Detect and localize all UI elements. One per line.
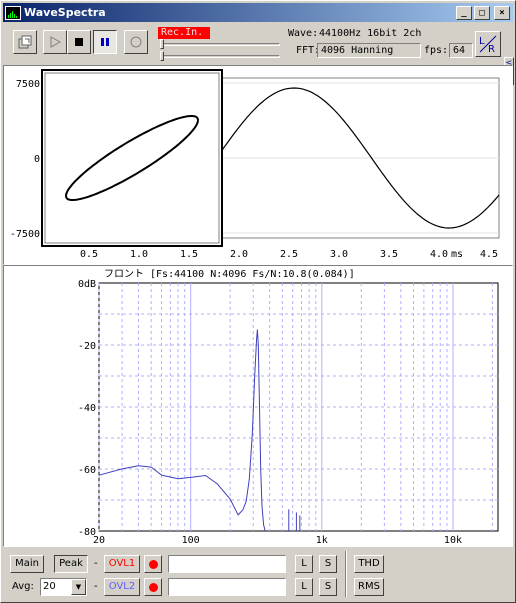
lr-channel-button[interactable]: L R — [475, 31, 501, 57]
x-tick-label: 1.5 — [180, 249, 198, 260]
main-button[interactable]: Main — [10, 555, 44, 573]
record-dot-button-1[interactable] — [144, 555, 162, 573]
lr-channel-icon: L R — [479, 35, 497, 55]
y-tick-label: -60 — [78, 465, 96, 476]
fft-setting: 4096 Hanning — [317, 43, 421, 58]
play-icon — [50, 36, 62, 48]
rms-button[interactable]: RMS — [354, 578, 384, 596]
input-level-slider[interactable] — [160, 39, 280, 49]
export-icon — [18, 35, 32, 49]
bottom-controls: Main Peak - OVL1 L S THD Avg: 20 ▼ - OVL… — [3, 547, 513, 602]
waveform-chart: 7500 0 -7500 0.5 1.0 1.5 2.0 2.5 3.0 3.5 4.0 4.5 ms — [10, 69, 500, 260]
slider-thumb[interactable] — [160, 51, 164, 61]
y-tick-label: 7500 — [16, 79, 40, 90]
y-tick-label: 0 — [34, 154, 40, 165]
spectrum-chart: フロント [Fs:44100 N:4096 Fs/N:10.8(0.084)] 0… — [78, 269, 499, 546]
stop-icon — [75, 38, 83, 46]
x-tick-label: 4.5 — [480, 249, 498, 260]
l-button-1[interactable]: L — [295, 555, 313, 573]
close-button[interactable]: × — [494, 5, 510, 20]
x-tick-label: 0.5 — [80, 249, 98, 260]
record-dot-icon — [148, 582, 158, 592]
x-tick-label: 10k — [444, 535, 462, 546]
app-icon — [5, 5, 21, 20]
y-tick-label: -20 — [78, 341, 96, 352]
x-tick-label: 100 — [182, 535, 200, 546]
record-button[interactable] — [124, 30, 148, 54]
x-unit-label: ms — [451, 249, 463, 260]
record-dot-icon — [148, 559, 158, 569]
slider-thumb[interactable] — [160, 39, 164, 49]
y-tick-label: -7500 — [10, 229, 40, 240]
export-button[interactable] — [13, 30, 37, 54]
l-button-2[interactable]: L — [295, 578, 313, 596]
output-level-slider[interactable] — [160, 51, 280, 61]
record-icon — [130, 36, 142, 48]
ovl2-button[interactable]: OVL2 — [104, 578, 140, 596]
x-tick-label: 4.0 — [430, 249, 448, 260]
separator — [345, 551, 347, 597]
stop-button[interactable] — [67, 30, 91, 54]
x-tick-label: 2.5 — [280, 249, 298, 260]
fps-label: fps: — [424, 45, 449, 56]
chevron-down-icon[interactable]: ▼ — [71, 579, 86, 595]
minimize-button[interactable]: _ — [456, 5, 472, 20]
dash-label: - — [94, 558, 98, 569]
toolbar: Rec.In. Wave: 44100Hz 16bit 2ch FFT: 409… — [3, 24, 514, 85]
title-bar[interactable]: WaveSpectra _ □ × — [3, 3, 513, 22]
ovl2-input[interactable] — [168, 578, 286, 596]
s-button-1[interactable]: S — [319, 555, 337, 573]
window-title: WaveSpectra — [24, 6, 106, 19]
rec-in-label: Rec.In. — [158, 27, 210, 39]
pause-button[interactable] — [93, 30, 117, 54]
x-tick-label: 1.0 — [130, 249, 148, 260]
avg-label: Avg: — [12, 581, 34, 592]
play-button[interactable] — [43, 30, 67, 54]
svg-text:R: R — [488, 44, 495, 55]
waveform-panel[interactable]: 7500 0 -7500 0.5 1.0 1.5 2.0 2.5 3.0 3.5 4.0 4.5 ms — [3, 65, 513, 265]
x-tick-label: 2.0 — [230, 249, 248, 260]
dash-label: - — [94, 581, 98, 592]
spectrum-panel[interactable]: フロント [Fs:44100 N:4096 Fs/N:10.8(0.084)] 0… — [3, 265, 513, 547]
svg-text:L: L — [479, 36, 485, 47]
fps-value: 64 — [449, 43, 473, 58]
record-dot-button-2[interactable] — [144, 578, 162, 596]
slider-track — [160, 43, 280, 46]
x-tick-label: 20 — [93, 535, 105, 546]
avg-value: 20 — [43, 581, 56, 592]
avg-select[interactable]: 20 ▼ — [40, 578, 87, 596]
app-window: WaveSpectra _ □ × Rec.In. Wave: 44100Hz … — [0, 0, 516, 603]
x-tick-label: 3.5 — [380, 249, 398, 260]
y-tick-label: 0dB — [78, 279, 96, 290]
s-button-2[interactable]: S — [319, 578, 337, 596]
slider-track — [160, 55, 280, 58]
maximize-button[interactable]: □ — [474, 5, 490, 20]
ovl1-input[interactable] — [168, 555, 286, 573]
peak-button[interactable]: Peak — [54, 555, 88, 573]
wave-format: 44100Hz 16bit 2ch — [319, 28, 422, 39]
thd-button[interactable]: THD — [354, 555, 384, 573]
pause-icon — [101, 38, 109, 46]
y-tick-label: -40 — [78, 403, 96, 414]
x-tick-label: 3.0 — [330, 249, 348, 260]
wave-label: Wave: — [288, 28, 319, 39]
lissajous-inset — [41, 69, 223, 247]
spectrum-header: フロント [Fs:44100 N:4096 Fs/N:10.8(0.084)] — [104, 269, 355, 280]
ovl1-button[interactable]: OVL1 — [104, 555, 140, 573]
x-tick-label: 1k — [316, 535, 328, 546]
